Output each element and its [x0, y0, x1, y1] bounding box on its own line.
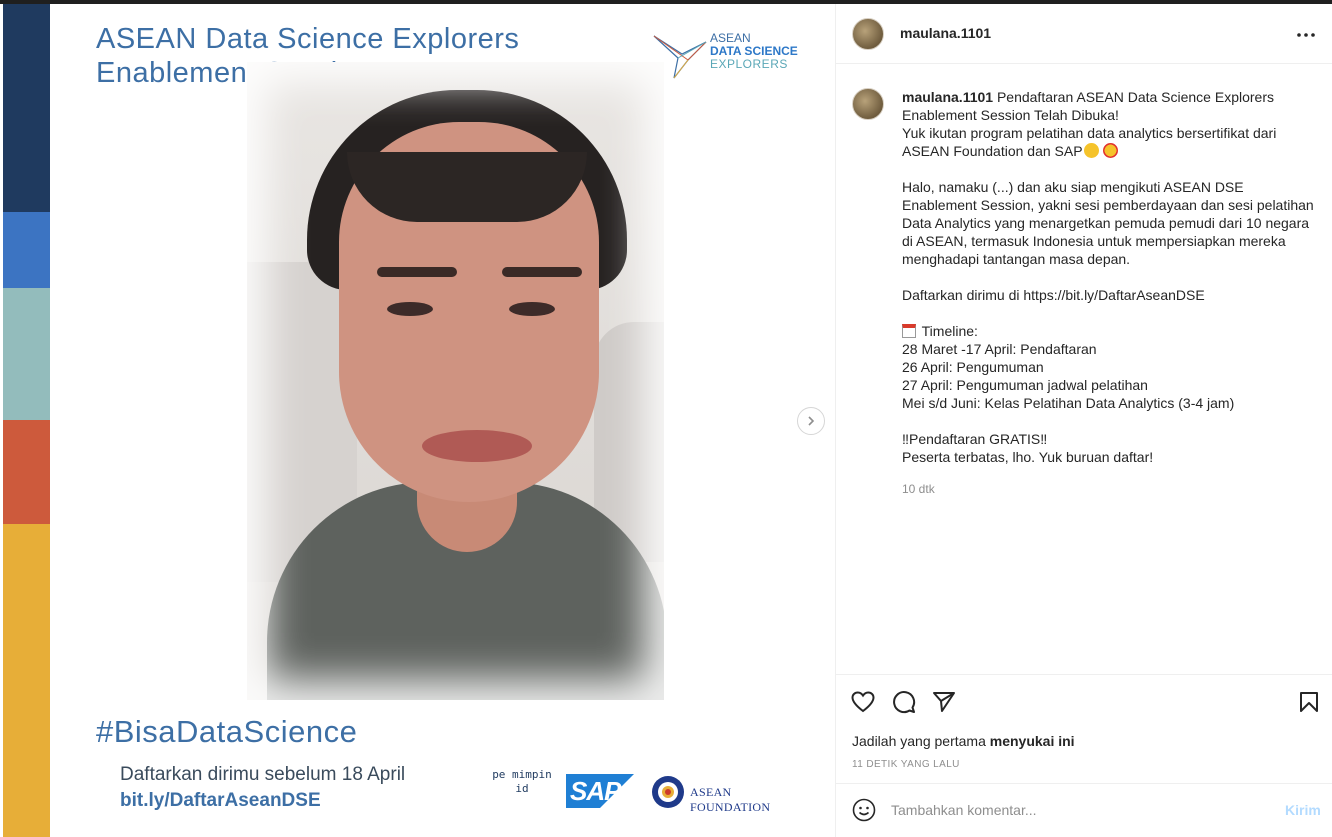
fringe: [347, 152, 587, 222]
asean-foundation-text: ASEAN FOUNDATION: [690, 785, 771, 814]
timeline-item: Mei s/d Juni: Kelas Pelatihan Data Analy…: [902, 395, 1235, 411]
color-stripe: [3, 288, 50, 420]
asean-emblem-icon: [652, 776, 684, 808]
mouth: [422, 430, 532, 462]
likes-text: Jadilah yang pertama menyukai ini: [852, 733, 1075, 749]
likes-link[interactable]: menyukai ini: [990, 733, 1075, 749]
free-registration-line: ‼Pendaftaran GRATIS‼: [902, 431, 1048, 447]
color-stripe: [3, 524, 50, 837]
hashtag: #BisaDataScience: [96, 714, 358, 749]
post-comment-button[interactable]: Kirim: [1285, 802, 1321, 818]
timeline-item: 28 Maret -17 April: Pendaftaran: [902, 341, 1097, 357]
asean-foundation-logo: ASEAN FOUNDATION: [650, 774, 800, 814]
next-slide-button[interactable]: [797, 407, 825, 435]
likes-prefix: Jadilah yang pertama: [852, 733, 990, 749]
sap-logo: SAP: [566, 774, 634, 808]
timeline-label: Timeline:: [921, 323, 978, 339]
timeline-item: 27 April: Pengumuman jadwal pelatihan: [902, 377, 1148, 393]
like-button[interactable]: [850, 689, 876, 715]
caption-username[interactable]: maulana.1101: [902, 89, 993, 105]
comment-bar: Kirim: [836, 783, 1332, 835]
hugging-face-emoji-icon: [1083, 143, 1099, 158]
caption-avatar[interactable]: [852, 88, 884, 120]
post-media: ASEAN Data Science Explorers Enablement …: [0, 4, 835, 837]
post-header: maulana.1101: [836, 4, 1332, 64]
calendar-icon: [902, 324, 916, 338]
caption-para2: Halo, namaku (...) dan aku siap mengikut…: [902, 179, 1314, 267]
more-options-button[interactable]: [1296, 22, 1316, 43]
logo-line3: EXPLORERS: [710, 57, 788, 71]
username[interactable]: maulana.1101: [900, 25, 991, 41]
send-icon: [933, 692, 955, 712]
color-stripe: [3, 420, 50, 524]
asean-dse-logo: ASEAN DATA SCIENCE EXPLORERS: [652, 26, 802, 82]
eyebrow-left: [377, 267, 457, 277]
emoji-button[interactable]: [852, 798, 876, 822]
color-stripe: [3, 212, 50, 288]
eye-left: [387, 302, 433, 316]
avatar[interactable]: [852, 18, 884, 50]
heart-icon: [851, 691, 875, 713]
eye-right: [509, 302, 555, 316]
closing-line: Peserta terbatas, lho. Yuk buruan daftar…: [902, 449, 1154, 465]
bookmark-icon: [1300, 692, 1318, 712]
register-text: Daftarkan dirimu sebelum 18 April: [120, 764, 406, 785]
save-button[interactable]: [1296, 689, 1322, 715]
timeline-item: 26 April: Pengumuman: [902, 359, 1044, 375]
post-actions: Jadilah yang pertama menyukai ini 11 DET…: [836, 674, 1332, 834]
pemimpin-id-logo: pe mimpin id: [492, 768, 552, 795]
comment-input[interactable]: [891, 798, 1251, 822]
share-button[interactable]: [931, 689, 957, 715]
post-panel: maulana.1101 maulana.1101 Pendaftaran AS…: [835, 4, 1332, 837]
comment-button[interactable]: [891, 689, 917, 715]
register-link: bit.ly/DaftarAseanDSE: [120, 790, 321, 811]
color-stripe: [3, 4, 50, 212]
smiley-icon: [852, 798, 876, 822]
more-horizontal-icon: [1297, 33, 1315, 37]
eyebrow-right: [502, 267, 582, 277]
portrait-photo: [247, 62, 664, 700]
post-timestamp: 11 DETIK YANG LALU: [852, 759, 960, 770]
dse-logo-text: ASEAN DATA SCIENCE EXPLORERS: [710, 32, 798, 71]
chevron-right-icon: [808, 416, 815, 426]
caption-timestamp: 10 dtk: [902, 482, 935, 496]
caption-para3: Daftarkan dirimu di https://bit.ly/Dafta…: [902, 287, 1205, 303]
post-caption: maulana.1101 Pendaftaran ASEAN Data Scie…: [902, 88, 1322, 466]
heart-eyes-emoji-icon: [1103, 143, 1119, 158]
media-title-line1: ASEAN Data Science Explorers: [96, 23, 520, 55]
sap-logo-text: SAP: [570, 776, 621, 806]
comment-icon: [893, 691, 916, 714]
